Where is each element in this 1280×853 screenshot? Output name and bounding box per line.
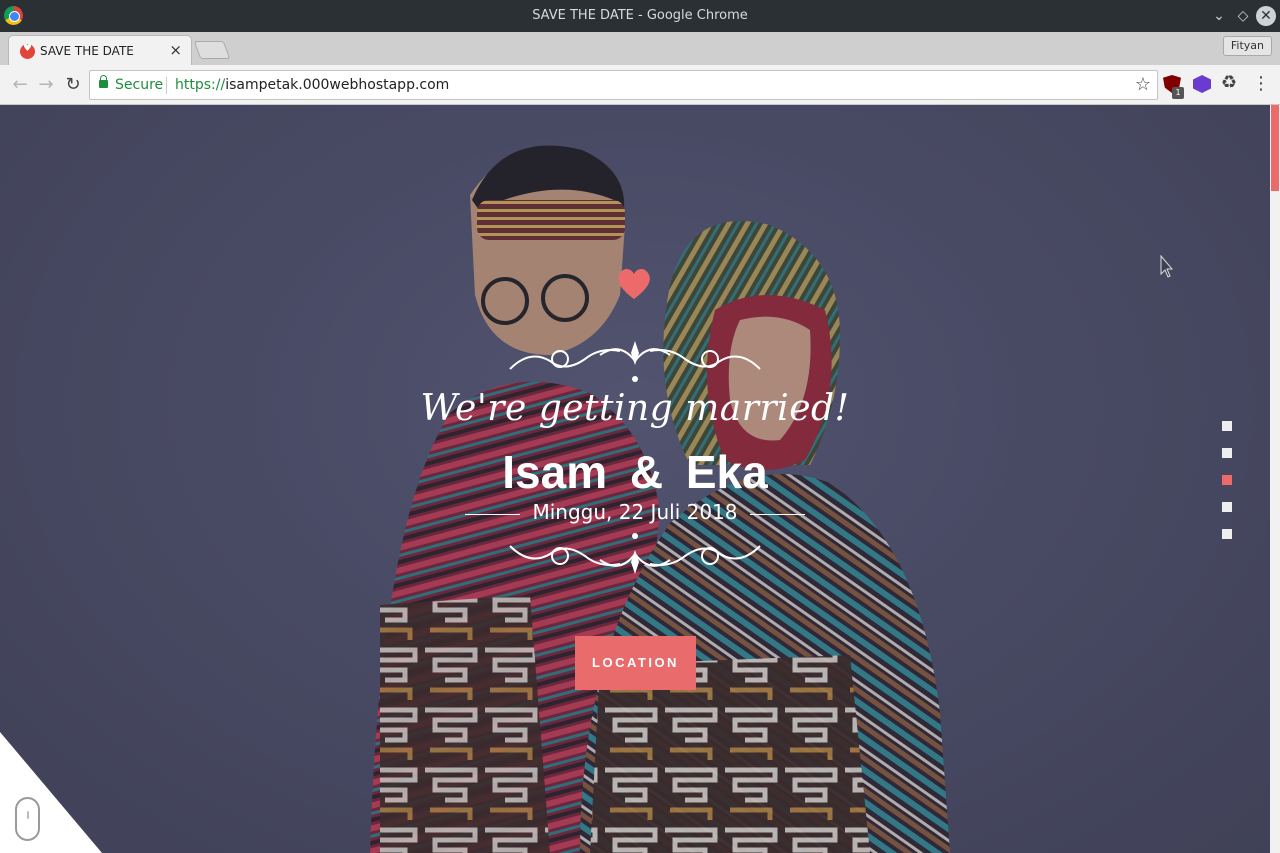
address-bar[interactable]: Secure https://isampetak.000webhostapp.c…: [89, 70, 1158, 100]
maximize-icon[interactable]: ◇: [1234, 7, 1252, 25]
new-tab-button[interactable]: [193, 41, 231, 59]
heart-favicon-icon: [20, 43, 35, 59]
tab-close-icon[interactable]: ×: [169, 41, 182, 59]
minimize-icon[interactable]: ⌄: [1210, 7, 1228, 25]
recycle-extension-icon[interactable]: ♻: [1221, 72, 1237, 93]
section-dot-5[interactable]: [1222, 529, 1232, 539]
browser-toolbar: ← → ↻ Secure https://isampetak.000webhos…: [0, 65, 1280, 105]
bottom-flourish-ornament: [509, 533, 761, 574]
location-button[interactable]: LOCATION: [575, 636, 696, 690]
page-scrollbar[interactable]: [1270, 105, 1280, 853]
corner-decoration: [0, 732, 102, 853]
chrome-menu-icon[interactable]: ⋮: [1252, 73, 1270, 94]
section-dot-1[interactable]: [1222, 421, 1232, 431]
url-host: isampetak.000webhostapp.com: [225, 77, 450, 93]
secure-label[interactable]: Secure: [115, 77, 163, 93]
section-dot-2[interactable]: [1222, 448, 1232, 458]
tab-save-the-date[interactable]: SAVE THE DATE ×: [8, 35, 192, 65]
section-nav-dots: [1222, 421, 1232, 556]
section-dot-3-active[interactable]: [1222, 475, 1232, 485]
event-date: Minggu, 22 Juli 2018: [532, 500, 738, 524]
date-divider-right: [750, 514, 805, 515]
forward-icon[interactable]: →: [35, 74, 57, 95]
lock-icon[interactable]: [99, 75, 108, 88]
tagline-heading: We're getting married!: [420, 388, 850, 429]
tab-strip: SAVE THE DATE × Fityan: [0, 32, 1280, 65]
extension-badge: 1: [1172, 87, 1184, 99]
scrollbar-thumb[interactable]: [1271, 105, 1279, 191]
page-viewport: We're getting married! Isam & Eka Minggu…: [0, 105, 1270, 853]
window-titlebar: SAVE THE DATE - Google Chrome ⌄ ◇ ✕: [0, 0, 1280, 32]
bookmark-star-icon[interactable]: ☆: [1135, 74, 1151, 95]
scroll-mouse-icon[interactable]: [15, 797, 40, 841]
date-row: Minggu, 22 Juli 2018: [465, 500, 805, 530]
window-title: SAVE THE DATE - Google Chrome: [532, 8, 748, 23]
close-window-icon[interactable]: ✕: [1256, 6, 1276, 26]
back-icon[interactable]: ←: [9, 74, 31, 95]
couple-names: Isam & Eka: [502, 446, 768, 498]
section-dot-4[interactable]: [1222, 502, 1232, 512]
gem-extension-icon[interactable]: [1193, 75, 1211, 93]
mouse-cursor-icon: [1160, 255, 1174, 278]
heart-icon: [618, 268, 650, 299]
url-text[interactable]: https://isampetak.000webhostapp.com: [175, 77, 449, 93]
url-scheme: https://: [175, 77, 226, 93]
top-flourish-ornament: [509, 341, 761, 382]
profile-button[interactable]: Fityan: [1222, 36, 1272, 56]
tab-title: SAVE THE DATE: [40, 44, 134, 58]
reload-icon[interactable]: ↻: [62, 74, 84, 95]
omnibox-divider: [166, 77, 167, 94]
